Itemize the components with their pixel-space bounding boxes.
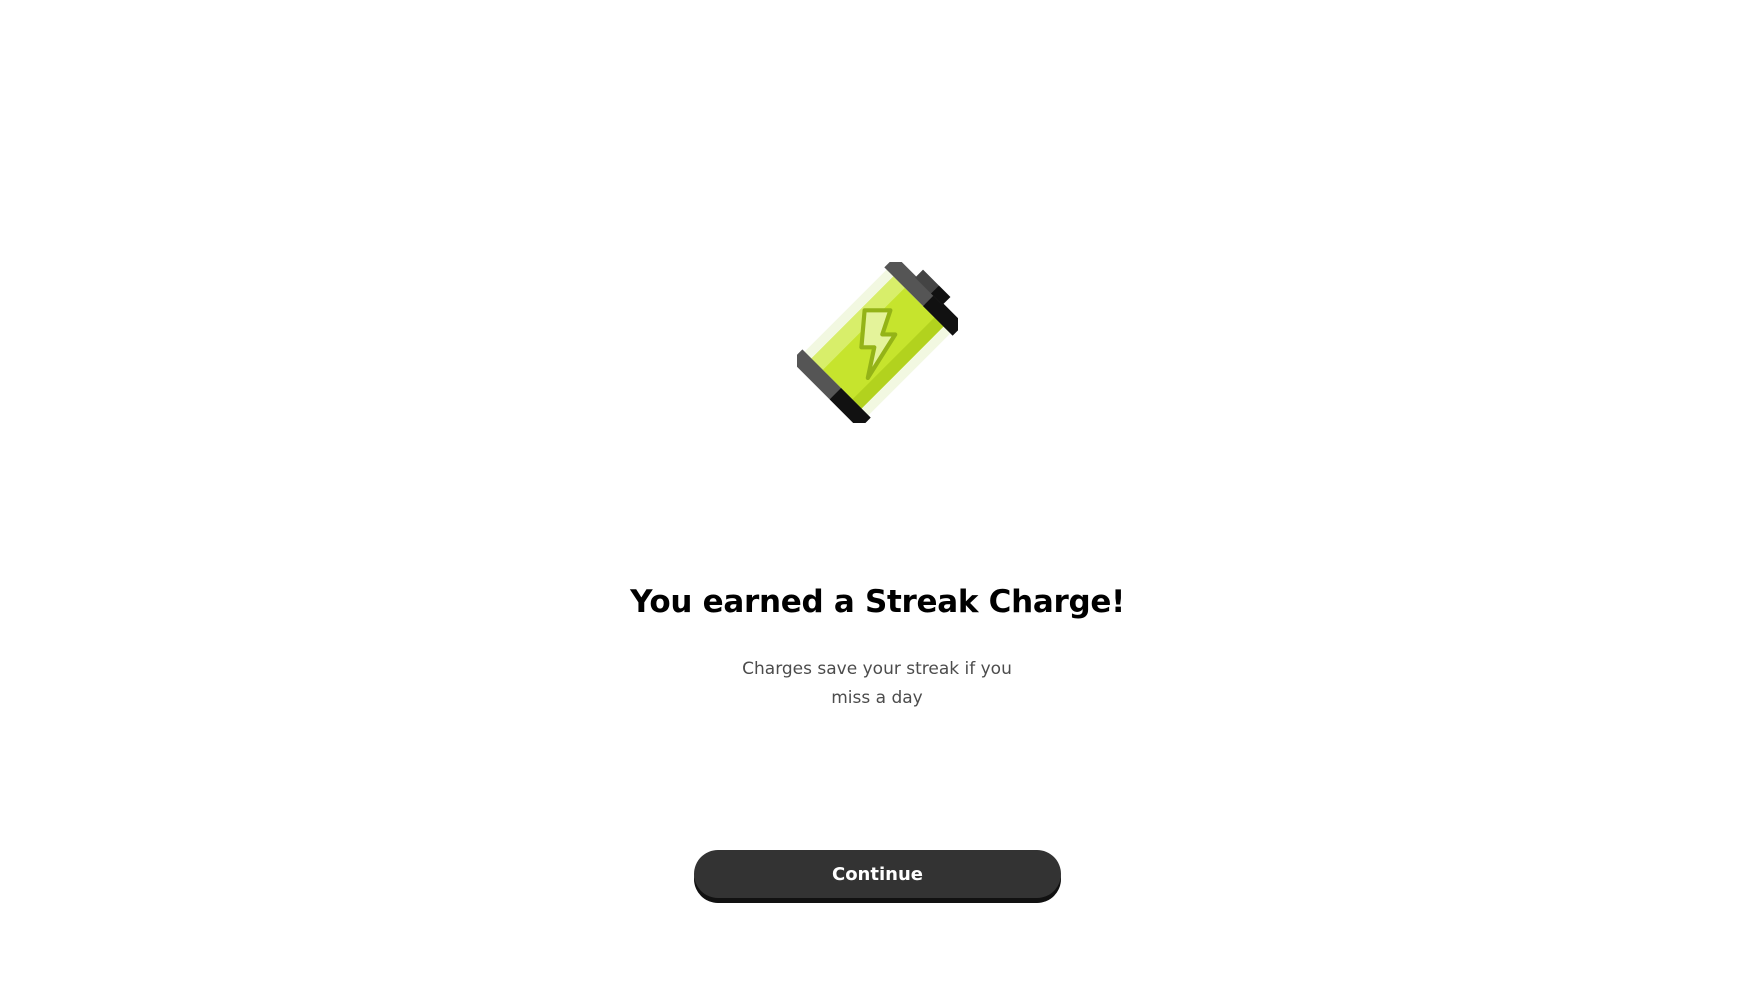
reward-subtitle-line-2: miss a day xyxy=(831,688,923,708)
reward-subtitle: Charges save your streak if you miss a d… xyxy=(727,655,1027,713)
reward-subtitle-line-1: Charges save your streak if you xyxy=(742,659,1012,679)
battery-bolt-icon xyxy=(797,262,958,423)
continue-button[interactable]: Continue xyxy=(694,850,1061,898)
streak-charge-battery-icon xyxy=(797,262,958,423)
reward-title: You earned a Streak Charge! xyxy=(630,584,1125,620)
